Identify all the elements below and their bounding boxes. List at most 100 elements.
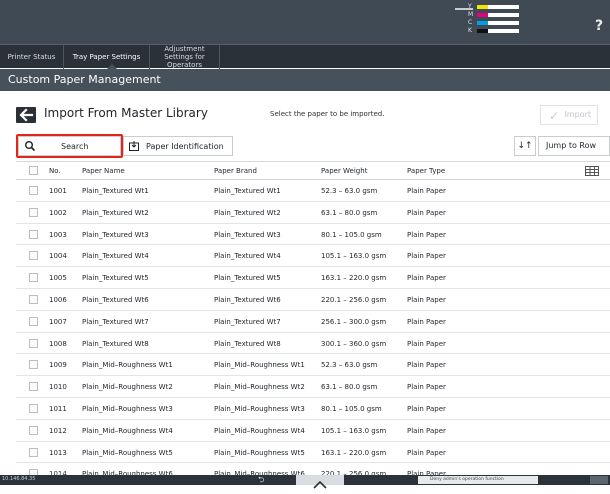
select-all-checkbox[interactable] — [29, 166, 38, 175]
cell-paper-brand: Plain_Mid–Roughness Wt2 — [214, 383, 305, 392]
cell-no: 1006 — [49, 295, 67, 304]
row-checkbox[interactable] — [29, 403, 38, 413]
toner-levels: YMCK — [452, 3, 532, 40]
toner-fill — [477, 29, 488, 33]
search-highlight — [16, 134, 123, 158]
column-header-paper-name: Paper Name — [82, 167, 125, 175]
paper-identification-icon — [129, 141, 139, 151]
cell-paper-brand: Plain_Mid–Roughness Wt1 — [214, 361, 305, 370]
tab-bar: Printer Status Tray Paper Settings Adjus… — [0, 44, 610, 69]
cell-paper-weight: 63.1 – 80.0 gsm — [321, 383, 378, 392]
cell-paper-type: Plain Paper — [407, 295, 446, 304]
cell-no: 1010 — [49, 383, 67, 392]
status-button[interactable] — [590, 476, 608, 484]
table-row[interactable]: 1010 Plain_Mid–Roughness Wt2 Plain_Mid–Rou… — [16, 376, 610, 398]
paper-identification-button[interactable]: Paper Identification — [123, 136, 233, 156]
cell-paper-type: Plain Paper — [407, 426, 446, 435]
row-checkbox[interactable] — [29, 338, 38, 348]
cell-paper-weight: 105.1 – 163.0 gsm — [321, 426, 387, 435]
cell-paper-name: Plain_Textured Wt2 — [82, 208, 149, 217]
row-checkbox[interactable] — [29, 207, 38, 217]
toner-m: M — [452, 11, 532, 20]
home-button[interactable] — [296, 475, 344, 489]
toner-label: C — [468, 19, 473, 26]
row-checkbox[interactable] — [29, 360, 38, 370]
cell-paper-brand: Plain_Mid–Roughness Wt4 — [214, 426, 305, 435]
toner-c: C — [452, 19, 532, 28]
table-row[interactable]: 1001 Plain_Textured Wt1 Plain_Textured Wt1… — [16, 180, 610, 202]
cell-paper-weight: 80.1 – 105.0 gsm — [321, 404, 382, 413]
row-checkbox[interactable] — [29, 382, 38, 392]
tab-adjustment-settings[interactable]: Adjustment Settings for Operators — [150, 45, 220, 69]
row-checkbox[interactable] — [29, 186, 38, 195]
row-checkbox[interactable] — [29, 251, 38, 261]
column-settings-icon[interactable] — [585, 166, 599, 176]
cell-paper-name: Plain_Mid–Roughness Wt4 — [82, 426, 173, 435]
sort-button[interactable]: ↓↑ — [514, 136, 536, 156]
table-row[interactable]: 1004 Plain_Textured Wt4 Plain_Textured Wt4… — [16, 245, 610, 268]
back-arrow-icon — [19, 108, 34, 122]
back-button[interactable] — [16, 107, 36, 123]
cell-no: 1003 — [49, 230, 67, 239]
toner-fill — [477, 21, 488, 25]
toner-fill — [477, 5, 488, 9]
cell-paper-name: Plain_Mid–Roughness Wt2 — [82, 383, 173, 392]
cell-paper-weight: 63.1 – 80.0 gsm — [321, 208, 378, 217]
table-row[interactable]: 1009 Plain_Mid–Roughness Wt1 Plain_Mid–Rou… — [16, 354, 610, 377]
table-row[interactable]: 1011 Plain_Mid–Roughness Wt3 Plain_Mid–Rou… — [16, 398, 610, 420]
import-button-label: Import — [564, 110, 591, 119]
table-row[interactable]: 1007 Plain_Textured Wt7 Plain_Textured Wt7… — [16, 311, 610, 333]
table-body: 1001 Plain_Textured Wt1 Plain_Textured Wt1… — [16, 180, 610, 486]
cell-paper-type: Plain Paper — [407, 317, 446, 326]
cell-paper-brand: Plain_Textured Wt3 — [214, 230, 281, 239]
cell-no: 1011 — [49, 404, 67, 413]
cell-paper-brand: Plain_Textured Wt1 — [214, 187, 281, 195]
help-button[interactable]: ? — [588, 16, 610, 36]
instruction-text: Select the paper to be imported. — [270, 110, 385, 118]
table-row[interactable]: 1012 Plain_Mid–Roughness Wt4 Plain_Mid–Rou… — [16, 420, 610, 442]
import-row: Import From Master Library Select the pa… — [0, 91, 610, 131]
table-row[interactable]: 1002 Plain_Textured Wt2 Plain_Textured Wt2… — [16, 202, 610, 224]
cell-paper-name: Plain_Textured Wt3 — [82, 230, 149, 239]
system-back-icon[interactable]: ⮌ — [258, 476, 264, 484]
cell-paper-brand: Plain_Textured Wt7 — [214, 317, 281, 326]
jump-to-row-button[interactable]: Jump to Row — [538, 136, 610, 156]
cell-paper-weight: 105.1 – 163.0 gsm — [321, 252, 387, 261]
cell-paper-type: Plain Paper — [407, 230, 446, 239]
table-row[interactable]: 1013 Plain_Mid–Roughness Wt5 Plain_Mid–Rou… — [16, 442, 610, 464]
operation-message: Deny admin's operation function — [418, 476, 538, 484]
table-row[interactable]: 1006 Plain_Textured Wt6 Plain_Textured Wt6… — [16, 289, 610, 311]
row-checkbox[interactable] — [29, 316, 38, 326]
row-checkbox[interactable] — [29, 425, 38, 435]
table-row[interactable]: 1003 Plain_Textured Wt3 Plain_Textured Wt3… — [16, 224, 610, 246]
cell-paper-weight: 220.1 – 256.0 gsm — [321, 295, 387, 304]
cell-paper-type: Plain Paper — [407, 404, 446, 413]
cell-paper-weight: 80.1 – 105.0 gsm — [321, 230, 382, 239]
cell-no: 1002 — [49, 208, 67, 217]
cell-paper-brand: Plain_Textured Wt5 — [214, 274, 281, 283]
cell-paper-brand: Plain_Textured Wt6 — [214, 295, 281, 304]
row-checkbox[interactable] — [29, 229, 38, 239]
toner-label: K — [468, 27, 472, 34]
home-icon — [313, 480, 327, 489]
import-button[interactable]: ✓ Import — [540, 105, 598, 125]
table-header: No. Paper Name Paper Brand Paper Weight … — [16, 161, 610, 180]
row-checkbox[interactable] — [29, 447, 38, 457]
cell-no: 1004 — [49, 252, 67, 261]
system-bar: 10.146.84.35 ⮌ Deny admin's operation fu… — [0, 475, 610, 489]
toner-y: Y — [452, 3, 532, 12]
row-checkbox[interactable] — [29, 294, 38, 304]
cell-paper-name: Plain_Textured Wt1 — [82, 187, 149, 195]
paper-table: No. Paper Name Paper Brand Paper Weight … — [16, 161, 610, 486]
table-row[interactable]: 1005 Plain_Textured Wt5 Plain_Textured Wt5… — [16, 267, 610, 289]
column-header-paper-weight: Paper Weight — [321, 167, 368, 175]
tab-printer-status[interactable]: Printer Status — [0, 45, 64, 69]
cell-paper-weight: 163.1 – 220.0 gsm — [321, 274, 387, 283]
column-header-paper-type: Paper Type — [407, 167, 446, 175]
ip-address: 10.146.84.35 — [2, 476, 36, 482]
table-row[interactable]: 1008 Plain_Textured Wt8 Plain_Textured Wt8… — [16, 333, 610, 355]
cell-no: 1005 — [49, 274, 67, 283]
row-checkbox[interactable] — [29, 273, 38, 283]
cell-paper-brand: Plain_Mid–Roughness Wt3 — [214, 404, 305, 413]
cell-no: 1001 — [49, 187, 67, 195]
